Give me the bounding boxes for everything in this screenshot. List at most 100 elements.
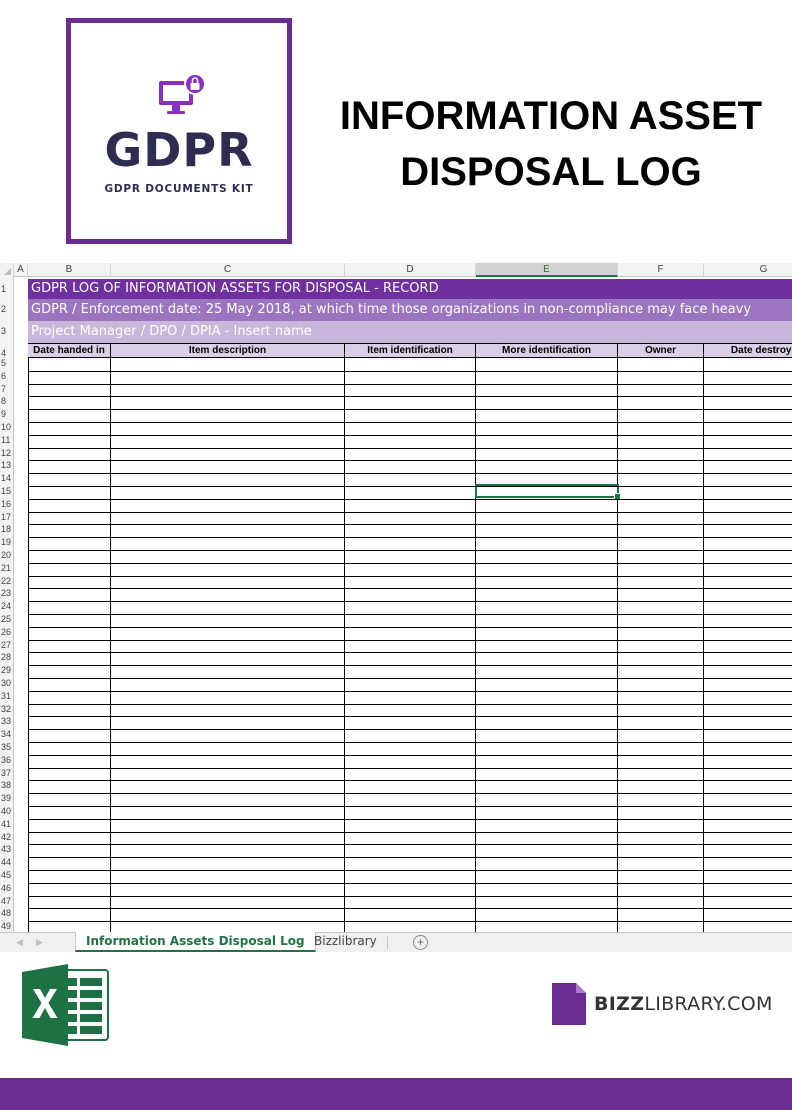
row-gridline — [28, 524, 792, 526]
row-header[interactable]: 20 — [0, 549, 14, 562]
row-header[interactable]: 1 — [0, 281, 14, 297]
sheet-cells[interactable]: GDPR LOG OF INFORMATION ASSETS FOR DISPO… — [28, 277, 792, 932]
header-item-identification[interactable]: Item identification — [345, 344, 476, 357]
brand-bold: BIZZ — [594, 993, 645, 1015]
document-title-line2: DISPOSAL LOG — [400, 150, 702, 194]
row-header[interactable]: 8 — [0, 395, 14, 408]
row-header[interactable]: 16 — [0, 498, 14, 511]
row-gridline — [28, 806, 792, 807]
column-header-b[interactable]: B — [28, 263, 111, 277]
row-header[interactable]: 43 — [0, 843, 14, 856]
header-owner[interactable]: Owner — [618, 344, 704, 357]
footer-bar — [0, 1078, 792, 1110]
row-header[interactable]: 11 — [0, 434, 14, 447]
row-header[interactable]: 27 — [0, 639, 14, 652]
row-gridline — [28, 537, 792, 539]
header-more-identification[interactable]: More identification — [476, 344, 618, 357]
row-gridline — [28, 678, 792, 679]
row-gridline — [28, 639, 792, 641]
row-header[interactable]: 18 — [0, 523, 14, 536]
row-header[interactable]: 3 — [0, 323, 14, 339]
row-gridline — [28, 370, 792, 372]
row-header[interactable]: 41 — [0, 818, 14, 831]
column-header-g[interactable]: G — [704, 263, 792, 277]
header-item-description[interactable]: Item description — [111, 344, 345, 357]
row-header[interactable]: 29 — [0, 664, 14, 677]
column-header-f[interactable]: F — [618, 263, 704, 277]
row-header[interactable]: 30 — [0, 677, 14, 690]
row-gridline — [28, 767, 792, 769]
tab-scroll-right-icon[interactable]: ▶ — [36, 937, 43, 948]
row-header[interactable]: 19 — [0, 536, 14, 549]
row-header[interactable]: 34 — [0, 728, 14, 741]
column-header-a[interactable]: A — [14, 263, 28, 277]
row-header[interactable]: 23 — [0, 587, 14, 600]
row-gridline — [28, 793, 792, 795]
row-header[interactable]: 42 — [0, 831, 14, 844]
column-divider — [28, 358, 29, 932]
tab-bizzlibrary[interactable]: Bizzlibrary — [304, 932, 387, 952]
row-gridline — [28, 626, 792, 628]
row-gridline — [28, 844, 792, 846]
banner-manager-row[interactable]: Project Manager / DPO / DPIA - Insert na… — [28, 321, 792, 343]
row-header[interactable]: 38 — [0, 779, 14, 792]
row-header[interactable]: 45 — [0, 869, 14, 882]
select-all-corner[interactable] — [0, 263, 14, 277]
column-header-e[interactable]: E — [476, 263, 618, 277]
bizzlibrary-logo-icon — [552, 983, 586, 1025]
row-header[interactable]: 40 — [0, 805, 14, 818]
tab-scroll-left-icon[interactable]: ◀ — [16, 937, 23, 948]
row-header[interactable]: 48 — [0, 907, 14, 920]
logo-subtitle: GDPR DOCUMENTS KIT — [104, 183, 254, 195]
row-header[interactable]: 49 — [0, 920, 14, 932]
column-divider — [617, 358, 618, 932]
row-header[interactable]: 12 — [0, 447, 14, 460]
row-header[interactable]: 35 — [0, 741, 14, 754]
banner-title-row[interactable]: GDPR LOG OF INFORMATION ASSETS FOR DISPO… — [28, 279, 792, 299]
row-header[interactable]: 21 — [0, 562, 14, 575]
document-title: INFORMATION ASSET DISPOSAL LOG — [316, 88, 786, 200]
row-header[interactable]: 10 — [0, 421, 14, 434]
row-header[interactable]: 6 — [0, 370, 14, 383]
table-body[interactable] — [28, 358, 792, 932]
tab-information-assets-disposal-log[interactable]: Information Assets Disposal Log — [75, 932, 316, 952]
row-header[interactable]: 37 — [0, 767, 14, 780]
row-header[interactable]: 39 — [0, 792, 14, 805]
row-header[interactable]: 7 — [0, 383, 14, 396]
row-header[interactable]: 17 — [0, 511, 14, 524]
header-date-handed-in[interactable]: Date handed in — [28, 344, 111, 357]
row-gridline — [28, 729, 792, 731]
row-gridline — [28, 409, 792, 411]
row-header[interactable]: 32 — [0, 703, 14, 716]
row-gridline — [28, 383, 792, 385]
row-header[interactable]: 33 — [0, 715, 14, 728]
spreadsheet-grid[interactable]: A B C D E F G 1 2 3 4 5 6 7 8 9 10 11 12 13 14 15 16 17 1… — [0, 263, 792, 932]
column-header-d[interactable]: D — [345, 263, 476, 277]
row-gridline — [28, 818, 792, 820]
header-date-destroyed[interactable]: Date destroye — [704, 344, 792, 357]
row-header[interactable]: 14 — [0, 472, 14, 485]
row-header[interactable]: 31 — [0, 690, 14, 703]
row-header[interactable]: 2 — [0, 301, 14, 317]
column-header-c[interactable]: C — [111, 263, 345, 277]
row-header[interactable]: 25 — [0, 613, 14, 626]
column-divider — [475, 358, 476, 932]
row-header[interactable]: 13 — [0, 459, 14, 472]
row-header[interactable]: 5 — [0, 357, 14, 370]
row-header[interactable]: 15 — [0, 485, 14, 498]
gdpr-logo: GDPR GDPR DOCUMENTS KIT — [66, 18, 292, 244]
row-header[interactable]: 47 — [0, 895, 14, 908]
row-header[interactable]: 46 — [0, 882, 14, 895]
row-gridline — [28, 486, 792, 487]
row-gridline — [28, 434, 792, 436]
plus-circle-icon[interactable]: + — [413, 935, 428, 950]
row-header[interactable]: 36 — [0, 754, 14, 767]
row-header[interactable]: 24 — [0, 600, 14, 613]
banner-enforcement-row[interactable]: GDPR / Enforcement date: 25 May 2018, at… — [28, 299, 792, 321]
row-header[interactable]: 22 — [0, 575, 14, 588]
row-header[interactable]: 44 — [0, 856, 14, 869]
row-header[interactable]: 9 — [0, 408, 14, 421]
row-header[interactable]: 28 — [0, 651, 14, 664]
row-gridline — [28, 473, 792, 475]
row-header[interactable]: 26 — [0, 626, 14, 639]
